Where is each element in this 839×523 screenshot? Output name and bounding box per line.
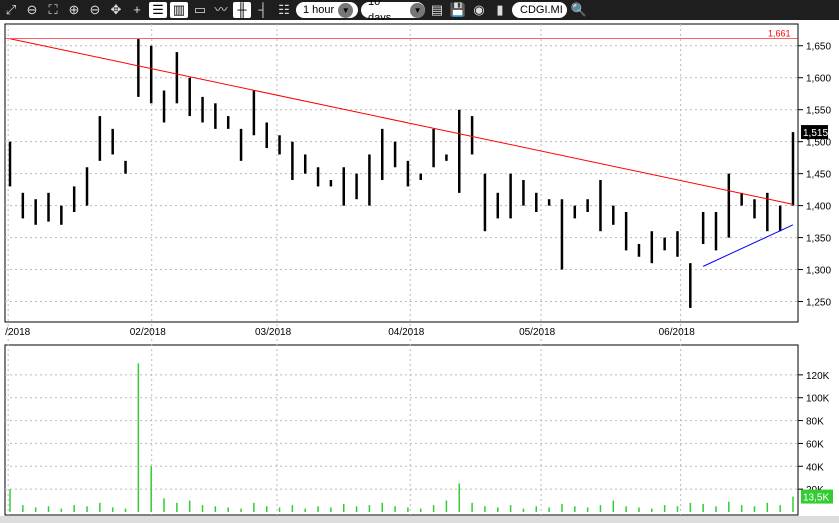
- high-marker-label: 1,661: [768, 29, 791, 39]
- zoom-fit-icon[interactable]: ⤢: [2, 2, 20, 18]
- columns-icon[interactable]: ▥: [170, 2, 188, 18]
- interval-select[interactable]: 1 hour ▼: [296, 2, 358, 18]
- candlestick-icon[interactable]: ╫: [233, 2, 251, 18]
- window-icon[interactable]: ▭: [191, 2, 209, 18]
- background: [0, 20, 839, 523]
- price-tick-label: 1,400: [806, 202, 831, 213]
- date-label: 05/2018: [519, 327, 556, 338]
- last-volume-label: 13,5K: [803, 493, 829, 504]
- legend-icon[interactable]: ☷: [275, 2, 293, 18]
- refresh-icon[interactable]: ◉: [470, 2, 488, 18]
- search-icon[interactable]: 🔍: [570, 2, 588, 18]
- volume-tick-label: 80K: [806, 417, 824, 428]
- date-label: 06/2018: [659, 327, 696, 338]
- export-icon[interactable]: ▮: [491, 2, 509, 18]
- save-icon[interactable]: 💾: [449, 2, 467, 18]
- zoom-reset-icon[interactable]: ⛶: [44, 2, 62, 18]
- chart-area[interactable]: 1,250 1,300 1,350 1,400 1,450 1,500 1,550 1,600…: [0, 20, 839, 523]
- line-chart-icon[interactable]: 〰: [212, 2, 230, 18]
- volume-tick-label: 40K: [806, 462, 824, 473]
- price-tick-label: 1,600: [806, 74, 831, 85]
- list-icon[interactable]: ☰: [149, 2, 167, 18]
- period-select[interactable]: 10 days ▼: [361, 0, 425, 24]
- indicator-icon[interactable]: ▤: [428, 2, 446, 18]
- price-tick-label: 1,300: [806, 266, 831, 277]
- volume-tick-label: 100K: [806, 394, 830, 405]
- volume-tick-label: 120K: [806, 371, 830, 382]
- date-label: /2018: [5, 327, 30, 338]
- toolbar: ⤢ ⊖ ⛶ ⊕ ⊖ ✥ + ☰ ▥ ▭ 〰 ╫ ┤ ☷ 1 hour ▼ 10 days ▼ ▤ 💾 ◉ ▮ CDGI.MI…: [0, 0, 839, 24]
- ohlc-icon[interactable]: ┤: [254, 2, 272, 18]
- zoom-all-icon[interactable]: ✥: [107, 2, 125, 18]
- interval-select-value: 1 hour: [303, 4, 335, 16]
- chevron-down-icon[interactable]: ▼: [338, 2, 354, 18]
- chevron-down-icon[interactable]: ▼: [410, 2, 425, 18]
- price-tick-label: 1,450: [806, 170, 831, 181]
- volume-tick-label: 60K: [806, 439, 824, 450]
- last-price-label: 1,515: [803, 128, 828, 139]
- zoom-out-v-icon[interactable]: ⊖: [86, 2, 104, 18]
- date-label: 02/2018: [130, 327, 167, 338]
- price-tick-label: 1,350: [806, 234, 831, 245]
- zoom-out-h-icon[interactable]: ⊖: [23, 2, 41, 18]
- price-tick-label: 1,250: [806, 298, 831, 309]
- price-tick-label: 1,550: [806, 106, 831, 117]
- price-tick-label: 1,500: [806, 138, 831, 149]
- date-label: 04/2018: [388, 327, 425, 338]
- horizontal-scrollbar[interactable]: [0, 516, 839, 523]
- zoom-in-v-icon[interactable]: ⊕: [65, 2, 83, 18]
- date-label: 03/2018: [255, 327, 292, 338]
- crosshair-icon[interactable]: +: [128, 2, 146, 18]
- symbol-input[interactable]: CDGI.MI: [512, 2, 567, 18]
- price-tick-label: 1,650: [806, 42, 831, 53]
